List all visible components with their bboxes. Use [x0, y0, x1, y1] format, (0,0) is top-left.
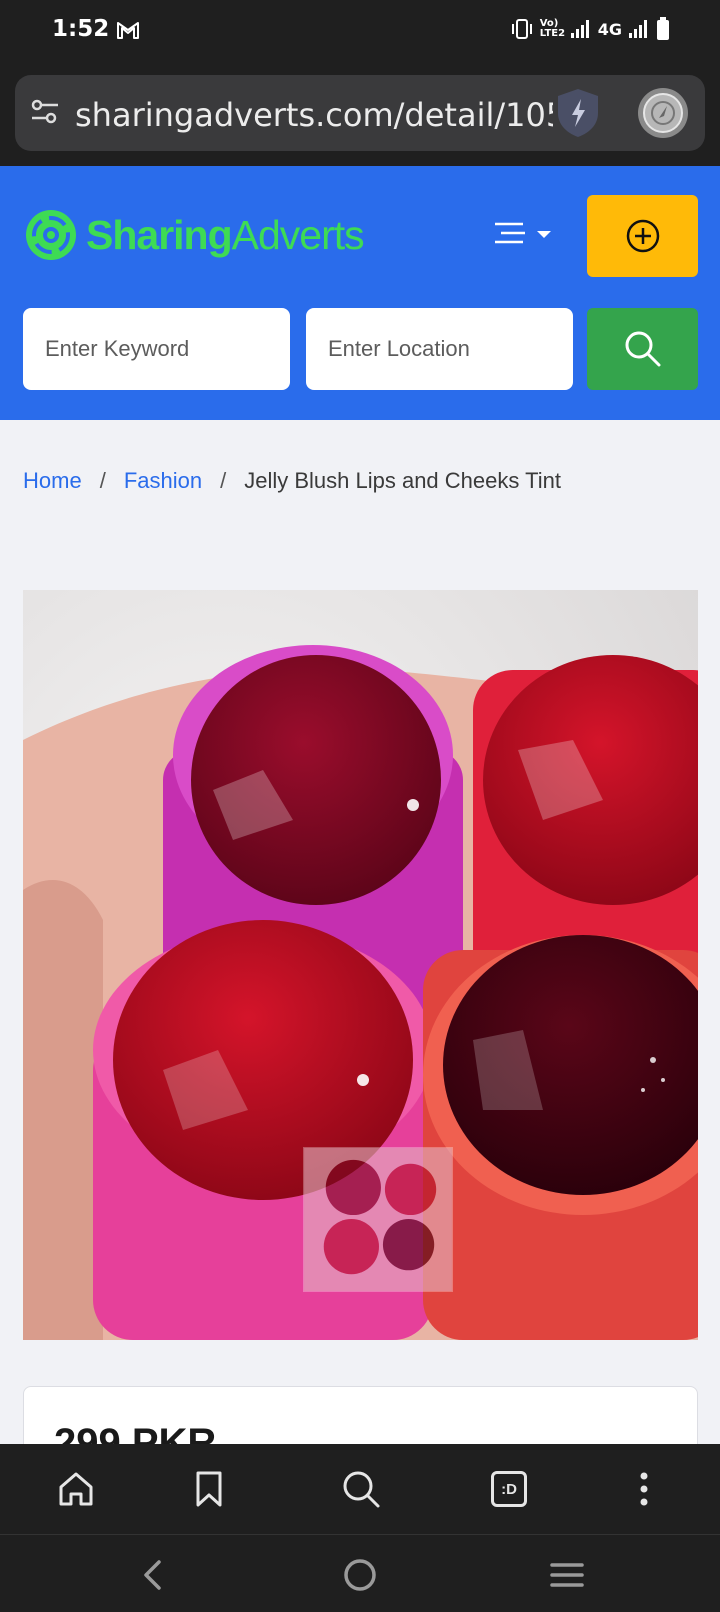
system-navigation	[0, 1534, 720, 1612]
breadcrumb-separator: /	[220, 468, 227, 493]
browser-bottom-bar: :D	[0, 1444, 720, 1534]
signal-icon	[570, 20, 589, 38]
search-button[interactable]	[587, 308, 698, 390]
menu-icon	[495, 222, 525, 244]
signal-icon	[629, 20, 647, 38]
search-icon	[625, 331, 660, 367]
recents-icon[interactable]	[545, 1553, 589, 1597]
browser-toolbar: sharingadverts.com/detail/105	[0, 62, 720, 166]
gmail-icon	[117, 22, 139, 39]
site-header: SharingAdverts	[0, 166, 720, 420]
breadcrumb-category[interactable]: Fashion	[124, 468, 202, 494]
logo-text-bold: Sharing	[86, 211, 233, 258]
back-icon[interactable]	[131, 1553, 175, 1597]
breadcrumb: Home / Fashion / Jelly Blush Lips and Ch…	[23, 468, 561, 494]
search-icon[interactable]	[338, 1466, 384, 1512]
more-icon[interactable]	[621, 1466, 667, 1512]
home-icon[interactable]	[53, 1466, 99, 1512]
network-type: 4G	[597, 19, 622, 39]
breadcrumb-separator: /	[99, 468, 106, 493]
volte-icon: Vo) LTE2	[539, 18, 566, 39]
extension-icon[interactable]	[635, 85, 691, 141]
chevron-down-icon	[537, 231, 551, 238]
tabs-icon[interactable]: :D	[486, 1466, 532, 1512]
vibrate-icon	[511, 19, 532, 39]
plus-circle-icon	[626, 219, 659, 253]
status-bar: 1:52 Vo) LTE2 4G	[0, 0, 720, 62]
status-time: 1:52	[52, 16, 110, 42]
breadcrumb-home[interactable]: Home	[23, 468, 82, 494]
post-ad-button[interactable]	[587, 195, 698, 277]
keyword-input[interactable]	[23, 308, 290, 390]
status-indicators: Vo) LTE2 4G	[510, 17, 670, 41]
bookmark-icon[interactable]	[186, 1466, 232, 1512]
breadcrumb-current: Jelly Blush Lips and Cheeks Tint	[244, 468, 561, 493]
location-input[interactable]	[306, 308, 573, 390]
shield-bolt-icon[interactable]	[552, 85, 604, 141]
site-logo[interactable]: SharingAdverts	[24, 198, 365, 272]
screen: 1:52 Vo) LTE2 4G sharingadverts.com/deta…	[0, 0, 720, 1612]
image-thumbnail[interactable]	[303, 1147, 453, 1292]
tabs-label: :D	[491, 1471, 527, 1507]
product-image[interactable]	[23, 590, 698, 1340]
url-text[interactable]: sharingadverts.com/detail/105	[75, 95, 553, 135]
home-circle-icon[interactable]	[338, 1553, 382, 1597]
battery-icon	[657, 17, 669, 40]
logo-mark-icon	[26, 210, 76, 260]
menu-button[interactable]	[493, 212, 563, 256]
address-bar[interactable]: sharingadverts.com/detail/105	[15, 75, 705, 151]
logo-text-light: Adverts	[231, 211, 365, 258]
tune-icon[interactable]	[30, 97, 60, 127]
logo-text: SharingAdverts	[86, 211, 365, 259]
